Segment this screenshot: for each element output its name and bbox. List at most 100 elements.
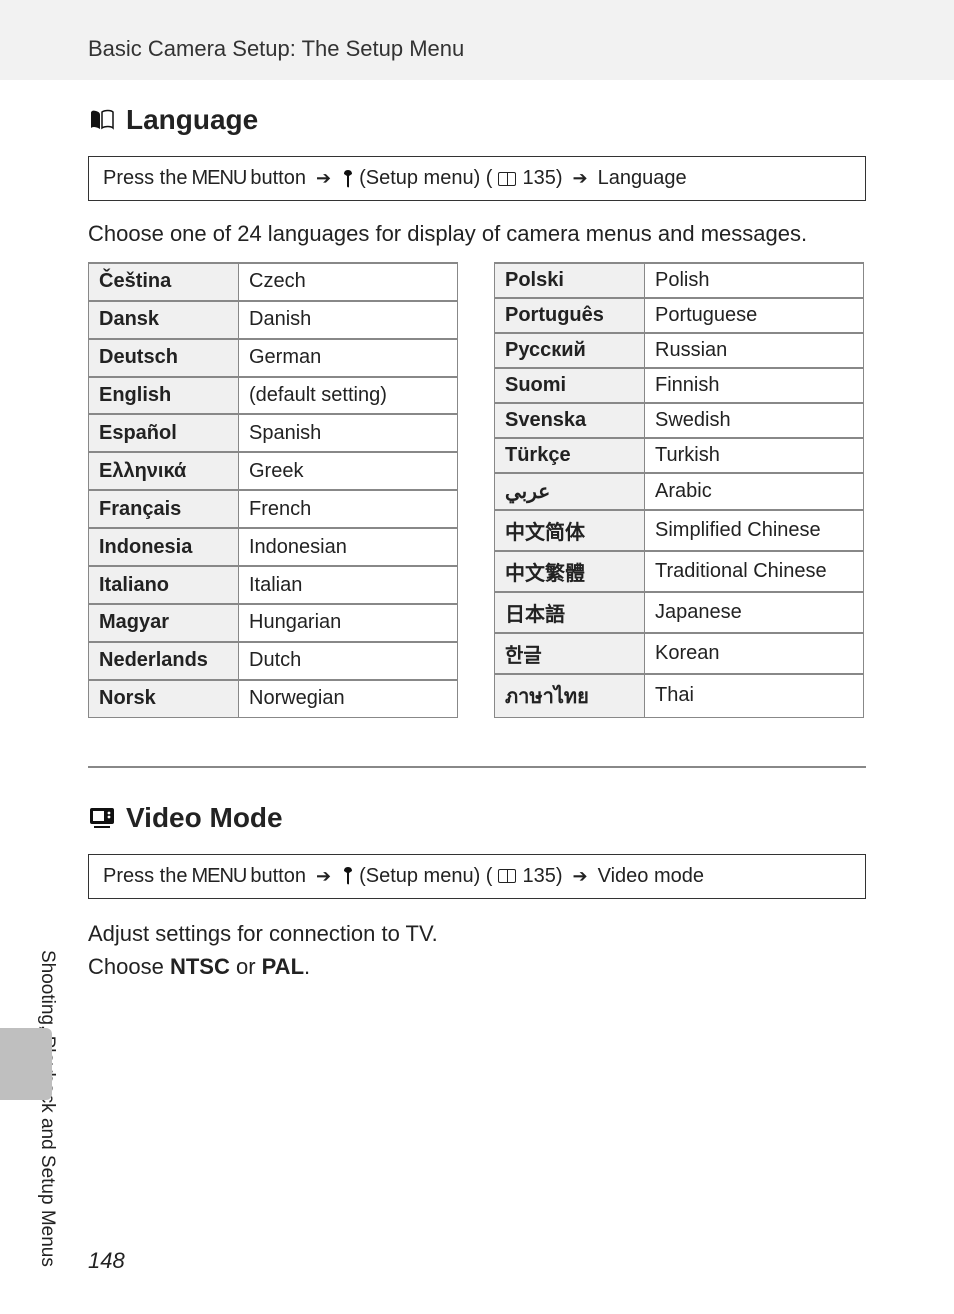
- table-row: 中文简体Simplified Chinese: [495, 510, 864, 551]
- language-english: Indonesian: [239, 528, 458, 566]
- book-icon: [498, 869, 516, 883]
- table-row: ČeštinaCzech: [89, 263, 458, 301]
- table-row: FrançaisFrench: [89, 490, 458, 528]
- language-native: عربي: [495, 473, 645, 510]
- side-tab-label: Shooting, Playback and Setup Menus: [36, 950, 58, 1267]
- language-native: 中文简体: [495, 510, 645, 551]
- nav-text: button: [250, 865, 306, 888]
- language-native: Suomi: [495, 368, 645, 403]
- language-table-right: PolskiPolishPortuguêsPortugueseРусскийRu…: [494, 262, 864, 718]
- language-english: German: [239, 339, 458, 377]
- language-native: Español: [89, 414, 239, 452]
- table-row: MagyarHungarian: [89, 604, 458, 642]
- language-native: Deutsch: [89, 339, 239, 377]
- section-divider: [88, 766, 866, 768]
- video-desc-text: Choose: [88, 954, 170, 979]
- video-desc-text: or: [230, 954, 262, 979]
- language-english: Russian: [645, 333, 864, 368]
- language-english: Italian: [239, 566, 458, 604]
- language-icon: [88, 108, 116, 132]
- nav-text: button: [250, 167, 306, 190]
- language-english: French: [239, 490, 458, 528]
- table-row: PortuguêsPortuguese: [495, 298, 864, 333]
- language-english: Norwegian: [239, 680, 458, 718]
- table-row: 한글Korean: [495, 633, 864, 674]
- table-row: PolskiPolish: [495, 263, 864, 298]
- language-english: Korean: [645, 633, 864, 674]
- table-row: SuomiFinnish: [495, 368, 864, 403]
- language-english: (default setting): [239, 377, 458, 415]
- video-pal: PAL: [262, 954, 304, 979]
- language-english: Arabic: [645, 473, 864, 510]
- language-title: Language: [126, 104, 258, 136]
- language-english: Finnish: [645, 368, 864, 403]
- wrench-icon: [341, 867, 355, 885]
- menu-button-label: MENU: [191, 167, 246, 190]
- nav-text: Press the: [103, 167, 187, 190]
- language-native: 中文繁體: [495, 551, 645, 592]
- language-english: Traditional Chinese: [645, 551, 864, 592]
- language-native: English: [89, 377, 239, 415]
- arrow-right-icon: ➔: [573, 866, 588, 887]
- nav-page-ref: 135): [522, 865, 562, 888]
- table-row: عربيArabic: [495, 473, 864, 510]
- language-english: Simplified Chinese: [645, 510, 864, 551]
- table-row: TürkçeTurkish: [495, 438, 864, 473]
- language-english: Hungarian: [239, 604, 458, 642]
- language-native: Nederlands: [89, 642, 239, 680]
- language-english: Japanese: [645, 592, 864, 633]
- video-ntsc: NTSC: [170, 954, 230, 979]
- language-native: Türkçe: [495, 438, 645, 473]
- book-icon: [498, 172, 516, 186]
- language-english: Dutch: [239, 642, 458, 680]
- video-nav-path: Press the MENU button ➔ (Setup menu) ( 13…: [88, 854, 866, 899]
- language-english: Polish: [645, 263, 864, 298]
- language-native: Svenska: [495, 403, 645, 438]
- nav-text: Press the: [103, 865, 187, 888]
- language-native: Ελληνικά: [89, 452, 239, 490]
- language-english: Thai: [645, 674, 864, 718]
- nav-text: (Setup menu) (: [359, 865, 492, 888]
- arrow-right-icon: ➔: [316, 866, 331, 887]
- language-native: Русский: [495, 333, 645, 368]
- table-row: SvenskaSwedish: [495, 403, 864, 438]
- table-row: DanskDanish: [89, 301, 458, 339]
- menu-button-label: MENU: [191, 865, 246, 888]
- page-header: Basic Camera Setup: The Setup Menu: [0, 0, 954, 80]
- language-english: Swedish: [645, 403, 864, 438]
- video-heading: Video Mode: [88, 802, 866, 834]
- language-native: Indonesia: [89, 528, 239, 566]
- video-description: Adjust settings for connection to TV. Ch…: [88, 917, 866, 983]
- language-tables: ČeštinaCzechDanskDanishDeutschGermanEngl…: [88, 262, 866, 718]
- language-native: Čeština: [89, 263, 239, 301]
- language-english: Portuguese: [645, 298, 864, 333]
- language-english: Turkish: [645, 438, 864, 473]
- language-native: ภาษาไทย: [495, 674, 645, 718]
- table-row: NederlandsDutch: [89, 642, 458, 680]
- language-heading: Language: [88, 104, 866, 136]
- language-native: 日本語: [495, 592, 645, 633]
- language-native: Magyar: [89, 604, 239, 642]
- nav-text: (Setup menu) (: [359, 167, 492, 190]
- nav-target: Video mode: [598, 865, 704, 888]
- video-title: Video Mode: [126, 802, 283, 834]
- page-number: 148: [88, 1248, 125, 1274]
- language-native: Norsk: [89, 680, 239, 718]
- table-row: ภาษาไทยThai: [495, 674, 864, 718]
- language-native: Dansk: [89, 301, 239, 339]
- table-row: 中文繁體Traditional Chinese: [495, 551, 864, 592]
- video-desc-line1: Adjust settings for connection to TV.: [88, 921, 438, 946]
- language-native: Français: [89, 490, 239, 528]
- language-english: Spanish: [239, 414, 458, 452]
- language-table-left: ČeštinaCzechDanskDanishDeutschGermanEngl…: [88, 262, 458, 718]
- language-description: Choose one of 24 languages for display o…: [88, 219, 866, 250]
- table-row: English(default setting): [89, 377, 458, 415]
- breadcrumb: Basic Camera Setup: The Setup Menu: [88, 36, 464, 61]
- table-row: 日本語Japanese: [495, 592, 864, 633]
- table-row: NorskNorwegian: [89, 680, 458, 718]
- nav-page-ref: 135): [522, 167, 562, 190]
- video-mode-icon: [88, 806, 116, 830]
- language-native: Italiano: [89, 566, 239, 604]
- language-english: Greek: [239, 452, 458, 490]
- side-tab: Shooting, Playback and Setup Menus: [0, 716, 52, 1116]
